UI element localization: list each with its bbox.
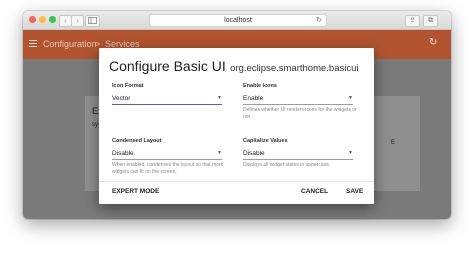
condensed-layout-help: When enabled, condenses the layout so th…	[112, 162, 224, 175]
expert-mode-button[interactable]: EXPERT MODE	[112, 187, 159, 196]
enable-icons-select[interactable]: Enable ▼	[243, 93, 353, 105]
minimize-window-button[interactable]	[39, 16, 46, 23]
enable-icons-label: Enable Icons	[243, 83, 277, 89]
tabs-icon[interactable]: ⧉	[423, 15, 438, 27]
cancel-button[interactable]: CANCEL	[301, 187, 328, 196]
dropdown-arrow-icon: ▼	[217, 150, 222, 156]
forward-icon[interactable]: ›	[71, 15, 84, 27]
card-action: E	[391, 140, 396, 146]
sidebar-icon[interactable]	[85, 15, 100, 27]
capitalize-values-value: Disable	[243, 150, 265, 157]
reload-icon[interactable]: ↻	[316, 15, 322, 26]
capitalize-values-help: Displays all widget states in uppercase.	[243, 162, 331, 168]
dropdown-arrow-icon: ▼	[348, 150, 353, 156]
dialog-divider	[99, 181, 374, 182]
save-button[interactable]: SAVE	[346, 187, 363, 196]
capitalize-values-select[interactable]: Disable ▼	[243, 148, 353, 160]
configure-dialog: Configure Basic UI org.eclipse.smarthome…	[99, 48, 374, 204]
zoom-window-button[interactable]	[49, 16, 56, 23]
browser-titlebar: ‹ › localhost ↻ ⇪ ⧉	[23, 11, 451, 30]
icon-format-value: Vector	[112, 95, 131, 102]
address-bar[interactable]: localhost ↻	[149, 14, 327, 27]
dialog-title: Configure Basic UI org.eclipse.smarthome…	[109, 58, 358, 76]
enable-icons-help: Defines whether UI renders icons for the…	[243, 107, 357, 120]
icon-format-label: Icon Format	[112, 83, 144, 89]
condensed-layout-select[interactable]: Disable ▼	[112, 148, 222, 160]
refresh-icon[interactable]: ↻	[429, 37, 437, 49]
hamburger-menu-icon[interactable]	[29, 40, 37, 49]
dropdown-arrow-icon: ▼	[217, 95, 222, 101]
share-icon[interactable]: ⇪	[405, 15, 420, 27]
condensed-layout-label: Condensed Layout	[112, 138, 162, 144]
enable-icons-value: Enable	[243, 95, 264, 102]
dialog-title-main: Configure Basic UI	[109, 58, 226, 74]
dropdown-arrow-icon: ▼	[348, 95, 353, 101]
breadcrumb-configuration[interactable]: Configuration	[43, 38, 97, 50]
capitalize-values-label: Capitalize Values	[243, 138, 288, 144]
close-window-button[interactable]	[29, 16, 36, 23]
dialog-title-sub: org.eclipse.smarthome.basicui	[230, 63, 359, 74]
icon-format-select[interactable]: Vector ▼	[112, 93, 222, 105]
condensed-layout-value: Disable	[112, 150, 134, 157]
url-text: localhost	[224, 17, 252, 24]
